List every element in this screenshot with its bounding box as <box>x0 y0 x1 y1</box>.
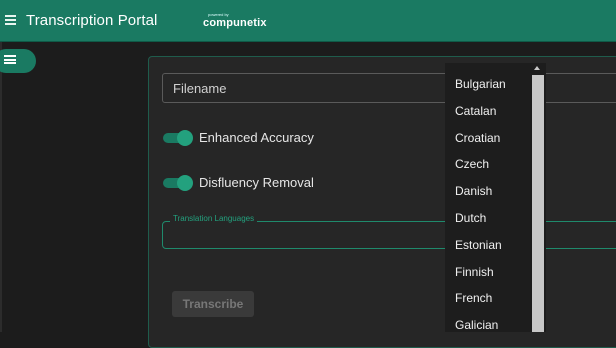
list-icon <box>4 55 16 67</box>
filename-input[interactable]: Filename <box>162 73 616 103</box>
dropdown-option-estonian[interactable]: Estonian <box>455 238 502 252</box>
dropdown-option-croatian[interactable]: Croatian <box>455 131 500 145</box>
transcribe-button[interactable]: Transcribe <box>172 291 254 317</box>
app-header: Transcription Portal powered by compunet… <box>0 0 616 42</box>
sidebar-toggle-button[interactable] <box>0 49 36 73</box>
app-title: Transcription Portal <box>26 12 158 29</box>
dropdown-option-finnish[interactable]: Finnish <box>455 265 494 279</box>
dropdown-option-czech[interactable]: Czech <box>455 157 489 171</box>
dropdown-option-catalan[interactable]: Catalan <box>455 104 496 118</box>
brand-name: compunetix <box>203 17 267 29</box>
disfluency-removal-label: Disfluency Removal <box>199 175 314 190</box>
translation-languages-legend: Translation Languages <box>170 214 258 223</box>
enhanced-accuracy-label: Enhanced Accuracy <box>199 130 314 145</box>
scroll-up-arrow-icon[interactable] <box>534 66 540 70</box>
enhanced-accuracy-toggle[interactable] <box>163 130 193 146</box>
dropdown-scrollbar[interactable] <box>531 63 545 332</box>
hamburger-menu-icon[interactable] <box>5 15 16 26</box>
dropdown-option-french[interactable]: French <box>455 291 492 305</box>
dropdown-option-galician[interactable]: Galician <box>455 318 498 332</box>
scrollbar-thumb[interactable] <box>532 75 544 332</box>
dropdown-option-danish[interactable]: Danish <box>455 184 492 198</box>
disfluency-removal-toggle[interactable] <box>163 175 193 191</box>
translation-languages-select[interactable] <box>162 221 616 249</box>
dropdown-option-bulgarian[interactable]: Bulgarian <box>455 77 506 91</box>
filename-placeholder: Filename <box>173 81 227 96</box>
dropdown-option-dutch[interactable]: Dutch <box>455 211 486 225</box>
